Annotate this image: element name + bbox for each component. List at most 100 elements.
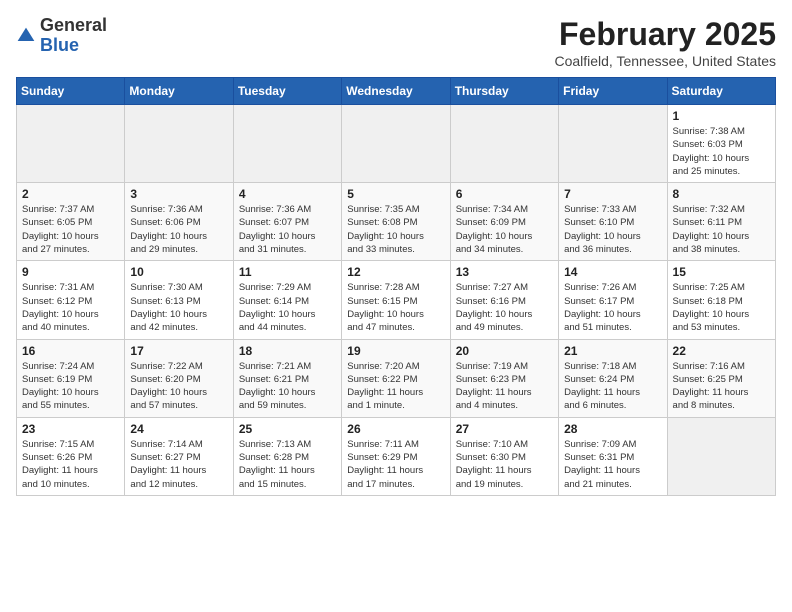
- day-info: Sunrise: 7:18 AM Sunset: 6:24 PM Dayligh…: [564, 360, 661, 413]
- calendar-cell: 25 Sunrise: 7:13 AM Sunset: 6:28 PM Dayli…: [233, 417, 341, 495]
- day-number: 12: [347, 265, 444, 279]
- day-number: 2: [22, 187, 119, 201]
- week-row-5: 23 Sunrise: 7:15 AM Sunset: 6:26 PM Dayli…: [17, 417, 776, 495]
- day-info: Sunrise: 7:36 AM Sunset: 6:07 PM Dayligh…: [239, 203, 336, 256]
- day-number: 15: [673, 265, 770, 279]
- calendar-cell: 23 Sunrise: 7:15 AM Sunset: 6:26 PM Dayli…: [17, 417, 125, 495]
- day-info: Sunrise: 7:20 AM Sunset: 6:22 PM Dayligh…: [347, 360, 444, 413]
- day-number: 16: [22, 344, 119, 358]
- day-header-thursday: Thursday: [450, 78, 558, 105]
- day-info: Sunrise: 7:15 AM Sunset: 6:26 PM Dayligh…: [22, 438, 119, 491]
- day-number: 23: [22, 422, 119, 436]
- calendar-cell: [233, 105, 341, 183]
- calendar-cell: [125, 105, 233, 183]
- calendar-cell: 22 Sunrise: 7:16 AM Sunset: 6:25 PM Dayli…: [667, 339, 775, 417]
- day-number: 21: [564, 344, 661, 358]
- day-header-monday: Monday: [125, 78, 233, 105]
- day-info: Sunrise: 7:13 AM Sunset: 6:28 PM Dayligh…: [239, 438, 336, 491]
- day-info: Sunrise: 7:25 AM Sunset: 6:18 PM Dayligh…: [673, 281, 770, 334]
- calendar-cell: 17 Sunrise: 7:22 AM Sunset: 6:20 PM Dayli…: [125, 339, 233, 417]
- day-number: 14: [564, 265, 661, 279]
- day-number: 28: [564, 422, 661, 436]
- day-header-saturday: Saturday: [667, 78, 775, 105]
- day-info: Sunrise: 7:16 AM Sunset: 6:25 PM Dayligh…: [673, 360, 770, 413]
- calendar-cell: 21 Sunrise: 7:18 AM Sunset: 6:24 PM Dayli…: [559, 339, 667, 417]
- day-info: Sunrise: 7:29 AM Sunset: 6:14 PM Dayligh…: [239, 281, 336, 334]
- day-info: Sunrise: 7:28 AM Sunset: 6:15 PM Dayligh…: [347, 281, 444, 334]
- calendar-cell: 7 Sunrise: 7:33 AM Sunset: 6:10 PM Daylig…: [559, 183, 667, 261]
- day-number: 27: [456, 422, 553, 436]
- calendar-cell: 14 Sunrise: 7:26 AM Sunset: 6:17 PM Dayli…: [559, 261, 667, 339]
- day-number: 5: [347, 187, 444, 201]
- calendar-cell: 26 Sunrise: 7:11 AM Sunset: 6:29 PM Dayli…: [342, 417, 450, 495]
- calendar-cell: [17, 105, 125, 183]
- calendar-cell: 27 Sunrise: 7:10 AM Sunset: 6:30 PM Dayli…: [450, 417, 558, 495]
- day-info: Sunrise: 7:11 AM Sunset: 6:29 PM Dayligh…: [347, 438, 444, 491]
- day-info: Sunrise: 7:22 AM Sunset: 6:20 PM Dayligh…: [130, 360, 227, 413]
- calendar-cell: [559, 105, 667, 183]
- calendar-cell: 19 Sunrise: 7:20 AM Sunset: 6:22 PM Dayli…: [342, 339, 450, 417]
- calendar-cell: 3 Sunrise: 7:36 AM Sunset: 6:06 PM Daylig…: [125, 183, 233, 261]
- calendar-cell: 18 Sunrise: 7:21 AM Sunset: 6:21 PM Dayli…: [233, 339, 341, 417]
- calendar-cell: 15 Sunrise: 7:25 AM Sunset: 6:18 PM Dayli…: [667, 261, 775, 339]
- logo-blue: Blue: [40, 35, 79, 55]
- day-info: Sunrise: 7:33 AM Sunset: 6:10 PM Dayligh…: [564, 203, 661, 256]
- month-title: February 2025: [554, 16, 776, 53]
- day-number: 26: [347, 422, 444, 436]
- calendar-cell: 8 Sunrise: 7:32 AM Sunset: 6:11 PM Daylig…: [667, 183, 775, 261]
- day-number: 22: [673, 344, 770, 358]
- day-number: 24: [130, 422, 227, 436]
- calendar-cell: 6 Sunrise: 7:34 AM Sunset: 6:09 PM Daylig…: [450, 183, 558, 261]
- day-info: Sunrise: 7:37 AM Sunset: 6:05 PM Dayligh…: [22, 203, 119, 256]
- day-number: 1: [673, 109, 770, 123]
- day-info: Sunrise: 7:34 AM Sunset: 6:09 PM Dayligh…: [456, 203, 553, 256]
- calendar-cell: 13 Sunrise: 7:27 AM Sunset: 6:16 PM Dayli…: [450, 261, 558, 339]
- day-info: Sunrise: 7:31 AM Sunset: 6:12 PM Dayligh…: [22, 281, 119, 334]
- day-info: Sunrise: 7:27 AM Sunset: 6:16 PM Dayligh…: [456, 281, 553, 334]
- logo-icon: [16, 26, 36, 46]
- calendar-table: SundayMondayTuesdayWednesdayThursdayFrid…: [16, 77, 776, 496]
- day-number: 7: [564, 187, 661, 201]
- week-row-1: 1Sunrise: 7:38 AM Sunset: 6:03 PM Daylig…: [17, 105, 776, 183]
- calendar-cell: 28 Sunrise: 7:09 AM Sunset: 6:31 PM Dayli…: [559, 417, 667, 495]
- day-info: Sunrise: 7:32 AM Sunset: 6:11 PM Dayligh…: [673, 203, 770, 256]
- day-info: Sunrise: 7:30 AM Sunset: 6:13 PM Dayligh…: [130, 281, 227, 334]
- calendar-cell: 16 Sunrise: 7:24 AM Sunset: 6:19 PM Dayli…: [17, 339, 125, 417]
- day-number: 20: [456, 344, 553, 358]
- calendar-cell: 24Sunrise: 7:14 AM Sunset: 6:27 PM Dayli…: [125, 417, 233, 495]
- day-info: Sunrise: 7:24 AM Sunset: 6:19 PM Dayligh…: [22, 360, 119, 413]
- day-number: 19: [347, 344, 444, 358]
- day-info: Sunrise: 7:35 AM Sunset: 6:08 PM Dayligh…: [347, 203, 444, 256]
- day-number: 8: [673, 187, 770, 201]
- day-number: 13: [456, 265, 553, 279]
- calendar-cell: 12 Sunrise: 7:28 AM Sunset: 6:15 PM Dayli…: [342, 261, 450, 339]
- week-row-4: 16 Sunrise: 7:24 AM Sunset: 6:19 PM Dayli…: [17, 339, 776, 417]
- title-area: February 2025 Coalfield, Tennessee, Unit…: [554, 16, 776, 69]
- calendar-cell: 11Sunrise: 7:29 AM Sunset: 6:14 PM Dayli…: [233, 261, 341, 339]
- day-number: 10: [130, 265, 227, 279]
- day-number: 6: [456, 187, 553, 201]
- day-number: 18: [239, 344, 336, 358]
- week-row-2: 2 Sunrise: 7:37 AM Sunset: 6:05 PM Daylig…: [17, 183, 776, 261]
- day-number: 17: [130, 344, 227, 358]
- day-header-tuesday: Tuesday: [233, 78, 341, 105]
- calendar-cell: 20 Sunrise: 7:19 AM Sunset: 6:23 PM Dayli…: [450, 339, 558, 417]
- day-info: Sunrise: 7:10 AM Sunset: 6:30 PM Dayligh…: [456, 438, 553, 491]
- day-info: Sunrise: 7:19 AM Sunset: 6:23 PM Dayligh…: [456, 360, 553, 413]
- day-info: Sunrise: 7:26 AM Sunset: 6:17 PM Dayligh…: [564, 281, 661, 334]
- day-info: Sunrise: 7:36 AM Sunset: 6:06 PM Dayligh…: [130, 203, 227, 256]
- logo-text: General Blue: [40, 16, 107, 56]
- header-row: SundayMondayTuesdayWednesdayThursdayFrid…: [17, 78, 776, 105]
- day-info: Sunrise: 7:21 AM Sunset: 6:21 PM Dayligh…: [239, 360, 336, 413]
- logo-general: General: [40, 15, 107, 35]
- calendar-cell: 2 Sunrise: 7:37 AM Sunset: 6:05 PM Daylig…: [17, 183, 125, 261]
- day-number: 3: [130, 187, 227, 201]
- day-header-wednesday: Wednesday: [342, 78, 450, 105]
- calendar-cell: [342, 105, 450, 183]
- calendar-cell: 1Sunrise: 7:38 AM Sunset: 6:03 PM Daylig…: [667, 105, 775, 183]
- day-number: 9: [22, 265, 119, 279]
- day-info: Sunrise: 7:09 AM Sunset: 6:31 PM Dayligh…: [564, 438, 661, 491]
- calendar-cell: 5 Sunrise: 7:35 AM Sunset: 6:08 PM Daylig…: [342, 183, 450, 261]
- day-number: 25: [239, 422, 336, 436]
- week-row-3: 9 Sunrise: 7:31 AM Sunset: 6:12 PM Daylig…: [17, 261, 776, 339]
